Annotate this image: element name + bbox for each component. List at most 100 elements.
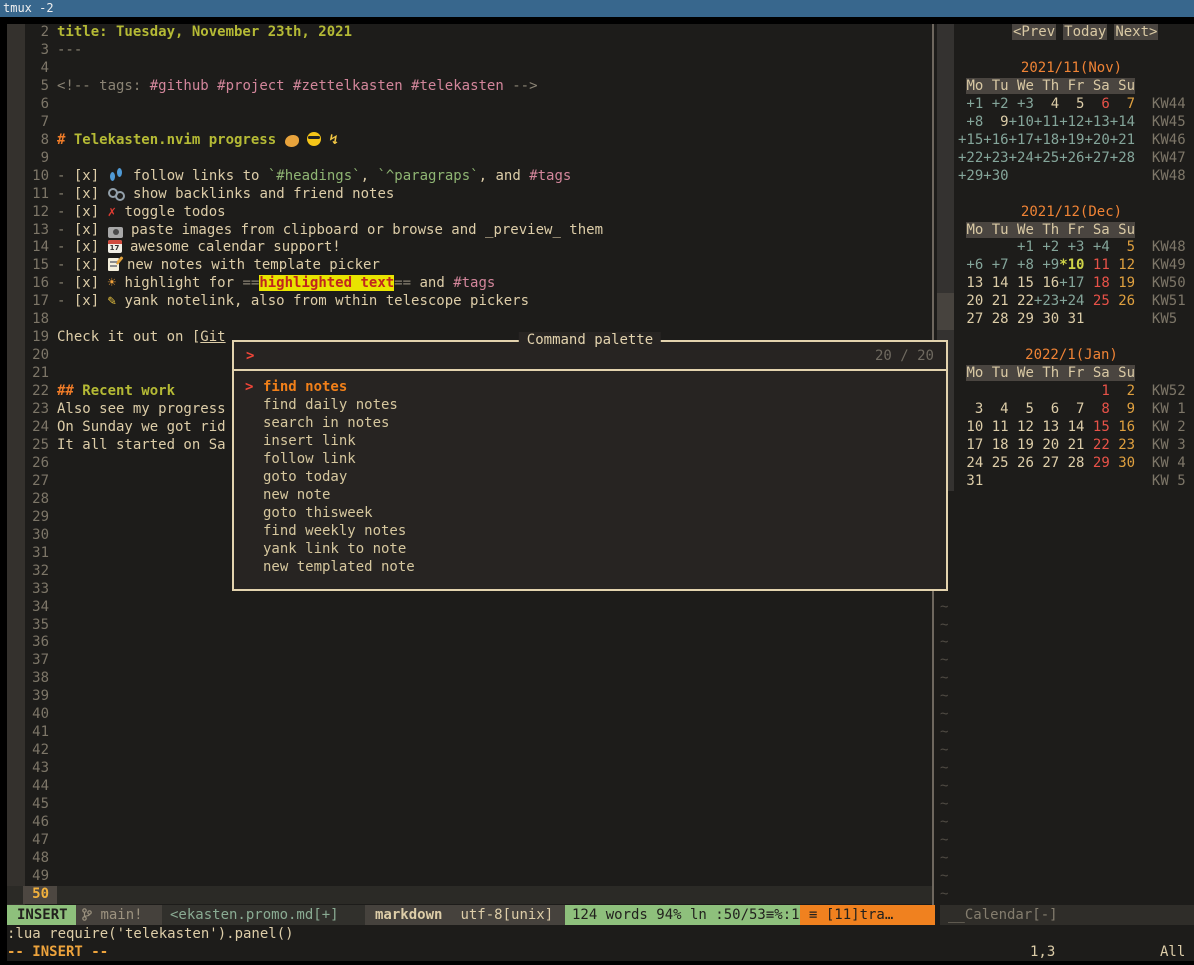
editor-line[interactable]: 17- [x] ✎ yank notelink, also from wthin… xyxy=(7,293,932,311)
calendar-day[interactable]: +8 xyxy=(1009,257,1034,273)
editor-line[interactable]: 34 xyxy=(7,599,932,617)
editor-line[interactable]: 48 xyxy=(7,850,932,868)
editor-line[interactable]: 18 xyxy=(7,311,932,329)
calendar-day[interactable]: 14 xyxy=(983,275,1008,291)
editor-line[interactable]: 16- [x] ☀ highlight for ==highlighted te… xyxy=(7,275,932,293)
calendar-day[interactable]: 7 xyxy=(1059,401,1084,417)
editor-line[interactable]: 4 xyxy=(7,60,932,78)
editor-line[interactable]: 14- [x] awesome calendar support! xyxy=(7,239,932,257)
editor-line[interactable]: 15- [x] new notes with template picker xyxy=(7,257,932,275)
calendar-day[interactable]: +14 xyxy=(1110,114,1135,130)
calendar-day[interactable]: 7 xyxy=(1110,96,1135,112)
editor-line[interactable]: 35 xyxy=(7,617,932,635)
editor-line[interactable]: 8# Telekasten.nvim progress ↯ xyxy=(7,132,932,150)
editor-line[interactable]: 3--- xyxy=(7,42,932,60)
calendar-day[interactable]: 31 xyxy=(958,473,983,489)
calendar-day[interactable]: 11 xyxy=(983,419,1008,435)
calendar-day[interactable]: 30 xyxy=(1034,311,1059,327)
calendar-day[interactable]: 4 xyxy=(983,401,1008,417)
calendar-day[interactable]: 25 xyxy=(1084,293,1109,309)
calendar-day[interactable]: 9 xyxy=(983,114,1008,130)
calendar-day[interactable]: +2 xyxy=(983,96,1008,112)
editor-line[interactable]: 46 xyxy=(7,814,932,832)
calendar-day[interactable]: 28 xyxy=(983,311,1008,327)
calendar-day[interactable]: +27 xyxy=(1084,150,1109,166)
calendar-day[interactable]: 24 xyxy=(958,455,983,471)
calendar-day[interactable]: +19 xyxy=(1059,132,1084,148)
calendar-day[interactable]: 28 xyxy=(1059,455,1084,471)
editor-line[interactable]: 40 xyxy=(7,706,932,724)
calendar-day[interactable]: +16 xyxy=(983,132,1008,148)
calendar-day[interactable]: 29 xyxy=(1009,311,1034,327)
calendar-next-button[interactable]: Next> xyxy=(1114,24,1158,40)
calendar-day[interactable]: +3 xyxy=(1059,239,1084,255)
calendar-day[interactable]: 2 xyxy=(1110,383,1135,399)
calendar-day[interactable]: +20 xyxy=(1084,132,1109,148)
command-line[interactable]: :lua require('telekasten').panel() xyxy=(7,925,294,943)
calendar-day[interactable]: 22 xyxy=(1084,437,1109,453)
calendar-day[interactable]: 6 xyxy=(1034,401,1059,417)
calendar-day[interactable]: 4 xyxy=(1034,96,1059,112)
calendar-day[interactable]: 18 xyxy=(983,437,1008,453)
calendar-day[interactable]: +25 xyxy=(1034,150,1059,166)
editor-line[interactable]: 9 xyxy=(7,150,932,168)
calendar-day[interactable]: *10 xyxy=(1059,257,1084,273)
calendar-day[interactable]: 27 xyxy=(1034,455,1059,471)
editor-line[interactable]: 41 xyxy=(7,724,932,742)
calendar-day[interactable]: 16 xyxy=(1034,275,1059,291)
palette-item[interactable]: new note xyxy=(234,487,946,505)
calendar-day[interactable]: 20 xyxy=(958,293,983,309)
calendar-day[interactable]: +26 xyxy=(1059,150,1084,166)
editor-line[interactable]: 39 xyxy=(7,688,932,706)
calendar-day[interactable]: +1 xyxy=(958,96,983,112)
calendar-day[interactable]: +23 xyxy=(983,150,1008,166)
calendar-day[interactable]: +23 xyxy=(1034,293,1059,309)
editor-line[interactable]: 47 xyxy=(7,832,932,850)
editor-line[interactable]: 36 xyxy=(7,634,932,652)
calendar-day[interactable]: +11 xyxy=(1034,114,1059,130)
editor-line[interactable]: 50 xyxy=(7,886,932,904)
palette-item[interactable]: find daily notes xyxy=(234,397,946,415)
calendar-day[interactable]: +22 xyxy=(958,150,983,166)
editor-line[interactable]: 13- [x] paste images from clipboard or b… xyxy=(7,222,932,240)
editor-line[interactable]: 2title: Tuesday, November 23th, 2021 xyxy=(7,24,932,42)
calendar-day[interactable]: 30 xyxy=(1110,455,1135,471)
calendar-day[interactable]: 21 xyxy=(983,293,1008,309)
calendar-day[interactable]: +4 xyxy=(1084,239,1109,255)
palette-item[interactable]: goto today xyxy=(234,469,946,487)
calendar-day[interactable]: 21 xyxy=(1059,437,1084,453)
calendar-day[interactable]: 5 xyxy=(1110,239,1135,255)
calendar-day[interactable]: +7 xyxy=(983,257,1008,273)
calendar-day[interactable]: 14 xyxy=(1059,419,1084,435)
calendar-day[interactable]: 10 xyxy=(958,419,983,435)
calendar-day[interactable]: 19 xyxy=(1110,275,1135,291)
calendar-day[interactable]: 23 xyxy=(1110,437,1135,453)
calendar-day[interactable]: +24 xyxy=(1009,150,1034,166)
calendar-day[interactable]: +15 xyxy=(958,132,983,148)
calendar-day[interactable]: +13 xyxy=(1084,114,1109,130)
calendar-day[interactable]: 9 xyxy=(1110,401,1135,417)
calendar-day[interactable]: 26 xyxy=(1110,293,1135,309)
palette-item[interactable]: new templated note xyxy=(234,559,946,577)
calendar-day[interactable]: 8 xyxy=(1084,401,1109,417)
calendar-day[interactable]: 5 xyxy=(1009,401,1034,417)
calendar-day[interactable]: 19 xyxy=(1009,437,1034,453)
editor-line[interactable]: 37 xyxy=(7,652,932,670)
calendar-day[interactable]: 1 xyxy=(1084,383,1109,399)
calendar-day[interactable]: +1 xyxy=(1009,239,1034,255)
calendar-day[interactable]: 12 xyxy=(1110,257,1135,273)
editor-line[interactable]: 44 xyxy=(7,778,932,796)
editor-line[interactable]: 49 xyxy=(7,868,932,886)
calendar-day[interactable]: 16 xyxy=(1110,419,1135,435)
calendar-day[interactable]: +8 xyxy=(958,114,983,130)
calendar-day[interactable]: +9 xyxy=(1034,257,1059,273)
palette-item[interactable]: follow link xyxy=(234,451,946,469)
calendar-day[interactable]: +10 xyxy=(1009,114,1034,130)
calendar-day[interactable]: 29 xyxy=(1084,455,1109,471)
calendar-day[interactable]: +12 xyxy=(1059,114,1084,130)
palette-item[interactable]: >find notes xyxy=(234,379,946,397)
calendar-day[interactable]: 20 xyxy=(1034,437,1059,453)
calendar-day[interactable]: 31 xyxy=(1059,311,1084,327)
editor-line[interactable]: 7 xyxy=(7,114,932,132)
calendar-day[interactable]: 3 xyxy=(958,401,983,417)
